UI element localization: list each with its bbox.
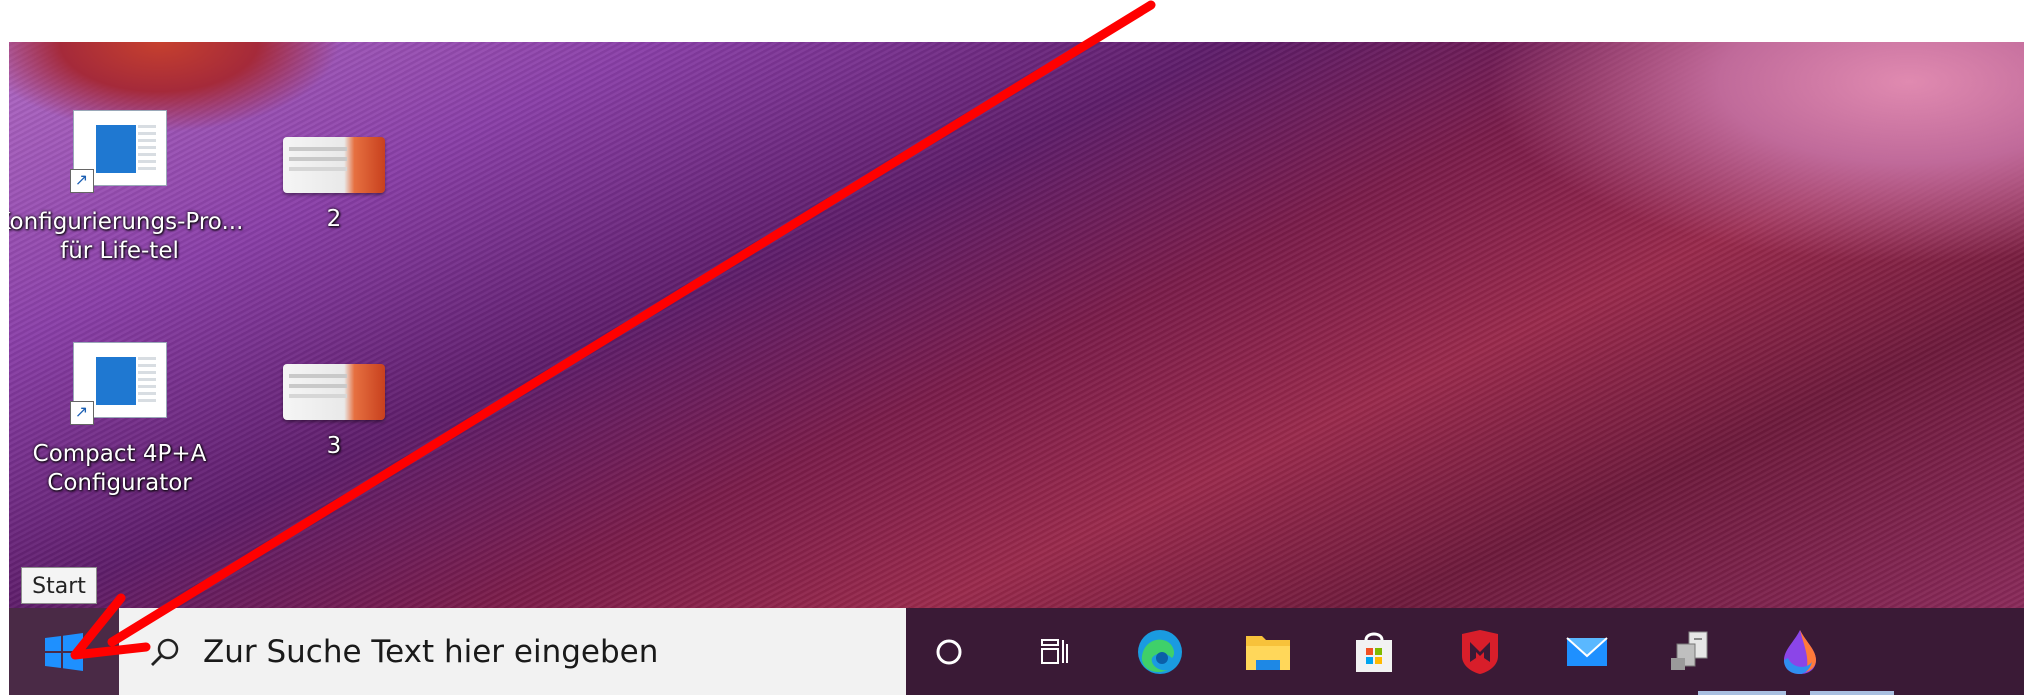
desktop-icon-konfigurierungs[interactable]: ↗ Konfigurierungs-Pro... für Life-tel — [9, 110, 243, 266]
windows-logo-icon — [45, 632, 83, 671]
paint-icon[interactable] — [1776, 628, 1824, 676]
active-app-indicator — [1698, 691, 1786, 695]
network-app-icon[interactable] — [1667, 628, 1715, 676]
search-box[interactable]: Zur Suche Text hier eingeben — [119, 608, 906, 695]
shortcut-arrow-icon: ↗ — [69, 169, 94, 193]
shortcut-arrow-icon: ↗ — [69, 401, 94, 425]
taskbar: Zur Suche Text hier eingeben — [9, 608, 2024, 695]
icon-label: 3 — [326, 433, 342, 459]
edge-icon[interactable] — [1136, 628, 1184, 676]
folder-3-icon — [283, 364, 385, 420]
active-app-indicator — [1810, 691, 1894, 695]
desktop-icon-folder-3[interactable]: 3 — [279, 364, 389, 461]
search-icon — [149, 636, 181, 668]
desktop: ↗ Konfigurierungs-Pro... für Life-tel 2 … — [9, 42, 2024, 609]
icon-label: 2 — [326, 206, 342, 232]
store-icon[interactable] — [1350, 628, 1398, 676]
file-explorer-icon[interactable] — [1244, 628, 1292, 676]
mail-icon[interactable] — [1563, 628, 1611, 676]
desktop-icon-folder-2[interactable]: 2 — [279, 137, 389, 234]
compact-configurator-icon: ↗ — [69, 342, 167, 425]
desktop-icon-compact-configurator[interactable]: ↗ Compact 4P+A Configurator — [17, 342, 222, 498]
mcafee-icon[interactable] — [1456, 628, 1504, 676]
cortana-icon[interactable] — [925, 628, 973, 676]
task-view-icon[interactable] — [1030, 628, 1078, 676]
search-placeholder: Zur Suche Text hier eingeben — [203, 633, 659, 670]
icon-label: Compact 4P+A — [32, 441, 207, 467]
icon-label: für Life-tel — [60, 238, 179, 264]
folder-2-icon — [283, 137, 385, 193]
config-program-icon: ↗ — [69, 110, 167, 193]
start-tooltip: Start — [21, 567, 97, 604]
icon-label: Konfigurierungs-Pro... — [9, 209, 244, 235]
start-button[interactable] — [9, 608, 119, 695]
icon-label: Configurator — [47, 470, 192, 496]
